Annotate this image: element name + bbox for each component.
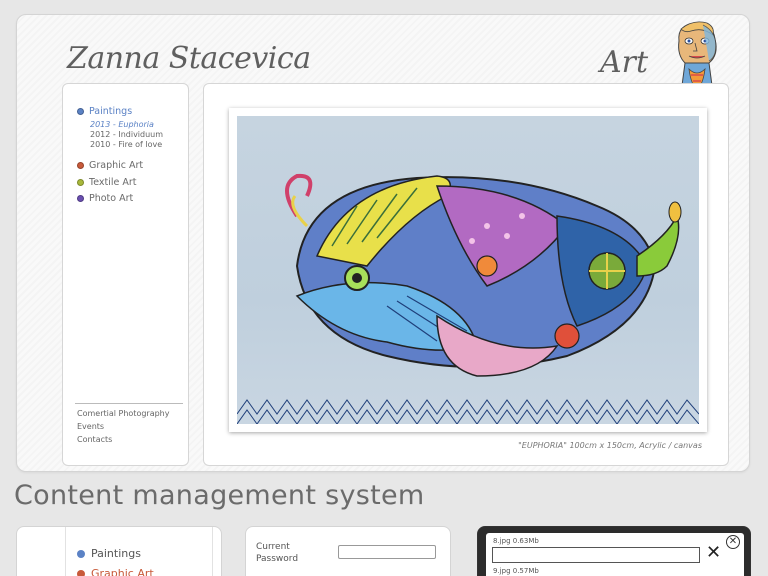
- current-password-input[interactable]: [338, 545, 436, 559]
- close-icon[interactable]: ✕: [726, 535, 740, 549]
- photo-art-dot-icon: [77, 195, 84, 202]
- remove-file-icon[interactable]: ✕: [706, 543, 721, 563]
- nav-item-label: Photo Art: [89, 193, 134, 204]
- cms-nav-item-paintings[interactable]: Paintings: [77, 547, 141, 560]
- euphoria-artwork-icon: [237, 173, 699, 424]
- sub-item-euphoria[interactable]: 2013 - Euphoria: [90, 120, 154, 129]
- site-logo[interactable]: Zanna Stacevica: [67, 41, 311, 76]
- painting-caption: "EUPHORIA" 100cm x 150cm, Acrylic / canv…: [518, 441, 702, 450]
- upload-panel: 8.jpg 0.63Mb ✕ 9.jpg 0.57Mb ✕: [477, 526, 751, 576]
- paintings-dot-icon: [77, 108, 84, 115]
- nav-item-paintings[interactable]: Paintings: [77, 106, 132, 117]
- file-name-label: 9.jpg 0.57Mb: [493, 567, 539, 575]
- art-section-label: Art: [600, 45, 649, 80]
- cms-heading: Content management system: [14, 480, 425, 511]
- sub-item-fire-of-love[interactable]: 2010 - Fire of love: [90, 140, 162, 149]
- painting-stage: "EUPHORIA" 100cm x 150cm, Acrylic / canv…: [203, 83, 729, 466]
- cms-nav-panel: Paintings Graphic Art: [16, 526, 222, 576]
- upload-list: 8.jpg 0.63Mb ✕ 9.jpg 0.57Mb: [486, 533, 744, 576]
- site-sidebar: Paintings 2013 - Euphoria 2012 - Individ…: [62, 83, 189, 466]
- painting-frame: [229, 108, 707, 432]
- graphic-art-dot-icon: [77, 162, 84, 169]
- footer-link-events[interactable]: Events: [77, 422, 104, 431]
- nav-divider: [75, 403, 183, 404]
- cms-nav-item-label: Paintings: [91, 547, 141, 560]
- graphic-art-dot-icon: [77, 569, 85, 576]
- cms-nav-item-label: Graphic Art: [91, 567, 154, 576]
- password-label: Current Password: [256, 542, 299, 564]
- password-panel: Current Password: [245, 526, 451, 576]
- paintings-dot-icon: [77, 549, 85, 558]
- cms-nav-item-graphic-art[interactable]: Graphic Art: [77, 567, 154, 576]
- file-progress-bar: [492, 547, 700, 563]
- file-name-label: 8.jpg 0.63Mb: [493, 537, 539, 545]
- nav-item-label: Paintings: [89, 106, 133, 117]
- nav-item-photo-art[interactable]: Photo Art: [77, 193, 133, 204]
- nav-item-textile-art[interactable]: Textile Art: [77, 177, 137, 188]
- nav-item-label: Textile Art: [89, 177, 137, 188]
- painting-image[interactable]: [237, 116, 699, 424]
- sub-item-individuum[interactable]: 2012 - Individuum: [90, 130, 163, 139]
- nav-item-graphic-art[interactable]: Graphic Art: [77, 160, 143, 171]
- nav-item-label: Graphic Art: [89, 160, 144, 171]
- textile-art-dot-icon: [77, 179, 84, 186]
- footer-link-photography[interactable]: Comertial Photography: [77, 409, 169, 418]
- website-preview: Zanna Stacevica Art Paintings 2013 - Eup…: [16, 14, 750, 472]
- footer-link-contacts[interactable]: Contacts: [77, 435, 112, 444]
